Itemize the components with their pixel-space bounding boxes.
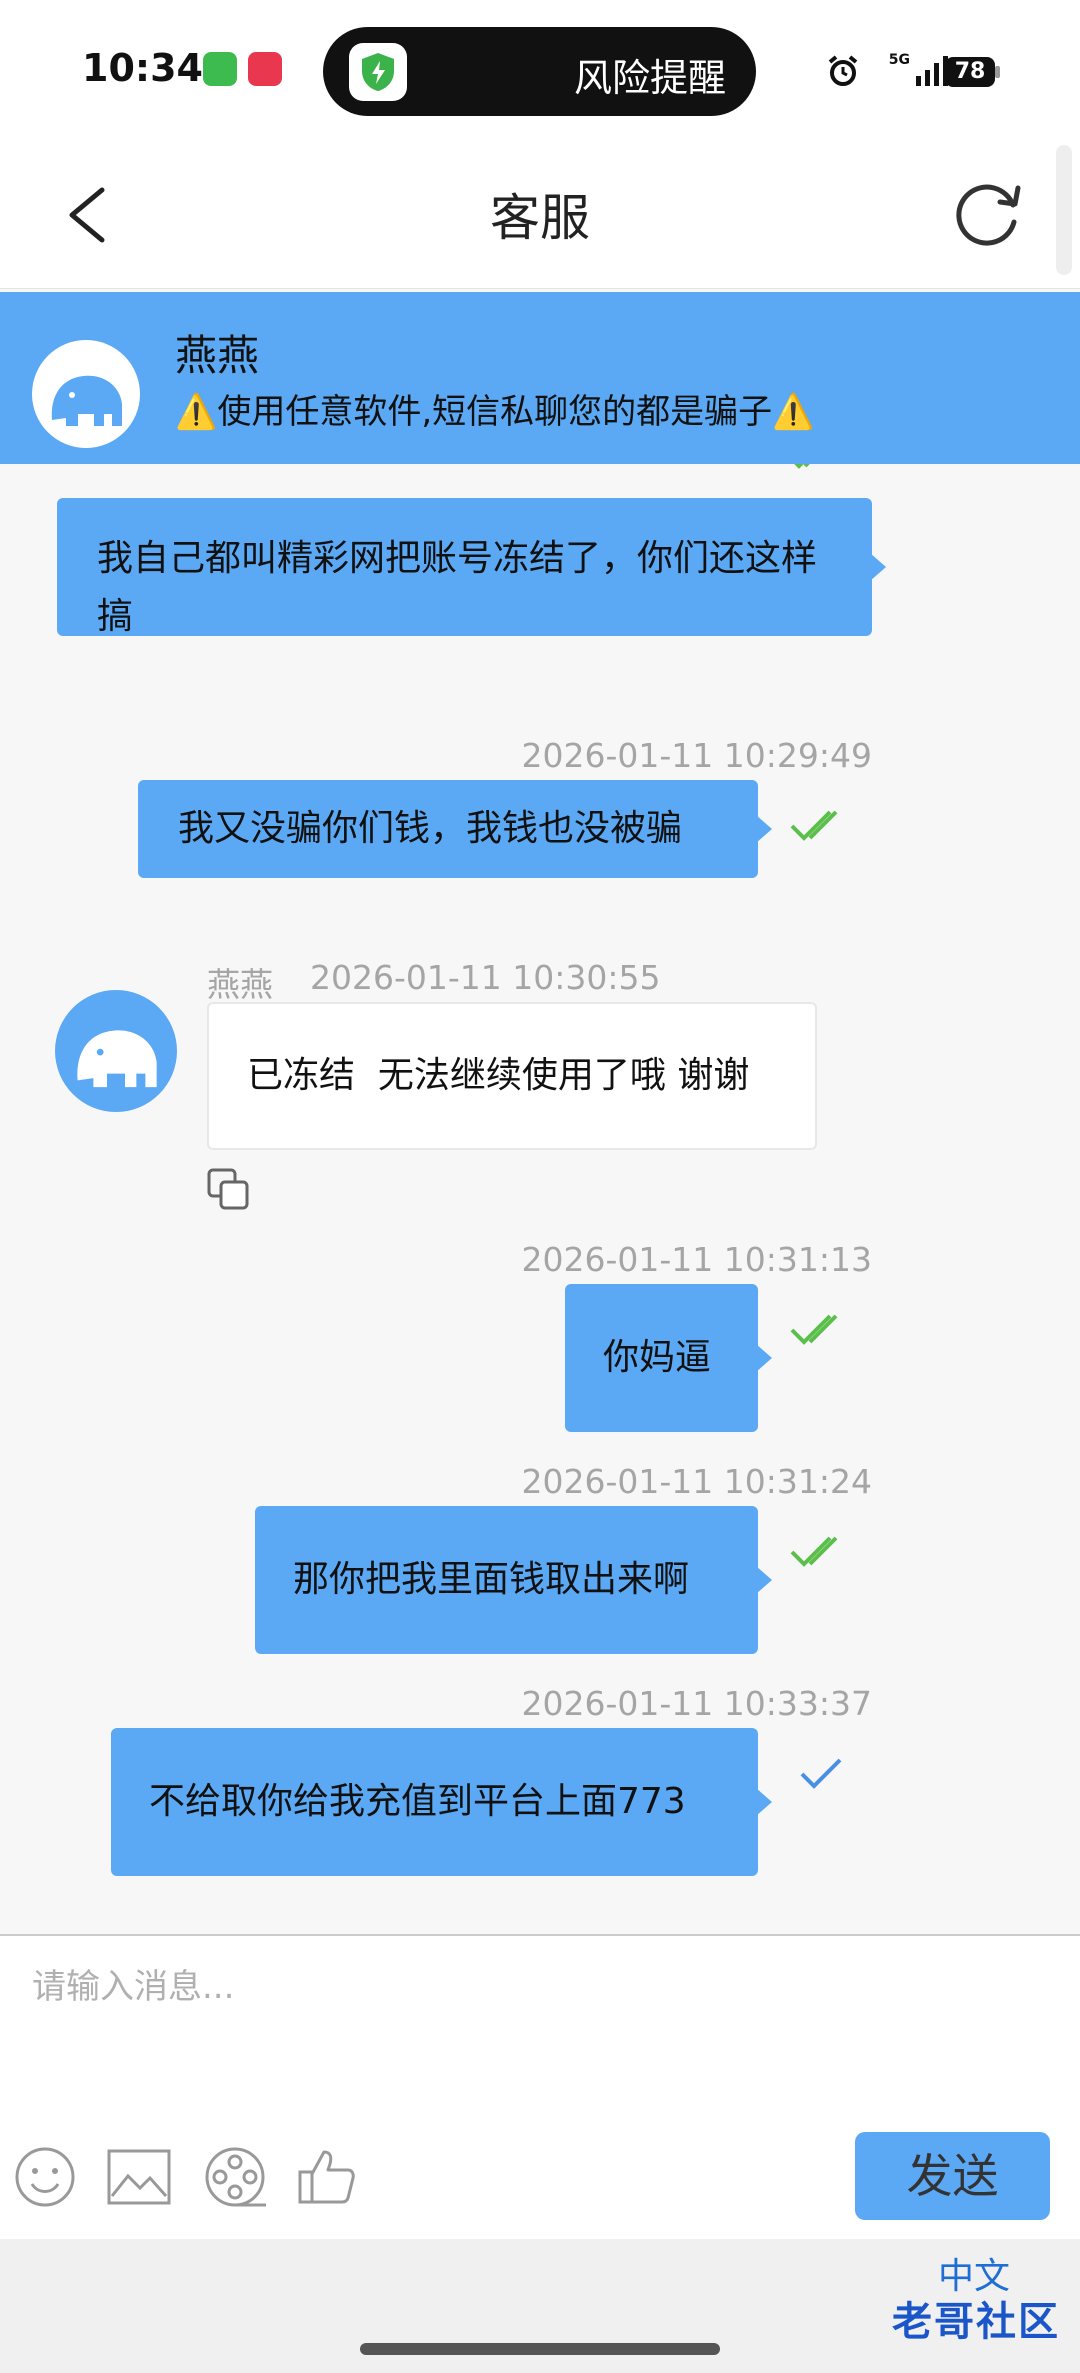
bottom-bar: 中文 老哥社区 [0, 2239, 1080, 2373]
message-timestamp: 2026-01-11 10:33:37 [521, 1684, 872, 1723]
battery-icon: 78 [945, 57, 995, 87]
video-reel-icon[interactable] [204, 2146, 270, 2208]
message-timestamp: 2026-01-11 10:30:55 [310, 958, 661, 997]
message-composer: 发送 [0, 1934, 1080, 2241]
received-message-bubble[interactable]: 已冻结 无法继续使用了哦 谢谢 [207, 1002, 817, 1150]
message-timestamp: 2026-01-11 10:31:24 [521, 1462, 872, 1501]
message-text: 那你把我里面钱取出来啊 [293, 1559, 690, 1600]
sent-message-bubble[interactable]: 不给取你给我充值到平台上面773 [111, 1728, 772, 1876]
home-indicator[interactable] [360, 2343, 720, 2355]
xiaohongshu-notification-icon [248, 52, 282, 86]
alarm-icon [828, 55, 858, 86]
page-title: 客服 [490, 189, 590, 247]
nav-bar: 客服 [0, 140, 1080, 289]
emoji-icon[interactable] [14, 2146, 76, 2208]
dynamic-island[interactable]: 风险提醒 [323, 27, 756, 116]
message-text: 已冻结 无法继续使用了哦 谢谢 [247, 1055, 750, 1096]
read-check-icon [790, 810, 838, 841]
elephant-avatar-icon [55, 990, 177, 1112]
read-check-icon [790, 1536, 838, 1567]
send-button[interactable]: 发送 [855, 2132, 1050, 2220]
status-time: 10:34 [82, 46, 203, 90]
sender-name: 燕燕 [207, 965, 273, 1004]
image-icon[interactable] [106, 2146, 172, 2208]
refresh-icon[interactable] [948, 170, 1028, 260]
agent-notice-banner: 燕燕 ⚠️使用任意软件,短信私聊您的都是骗子⚠️ [0, 292, 1080, 464]
sent-check-icon [800, 1758, 842, 1789]
scam-warning-text: ⚠️使用任意软件,短信私聊您的都是骗子⚠️ [175, 392, 815, 432]
message-input[interactable] [30, 1956, 854, 2018]
sent-message-bubble[interactable]: 我自己都叫精彩网把账号冻结了，你们还这样搞 [57, 498, 886, 637]
scrollbar[interactable] [1056, 145, 1072, 275]
thumbs-up-icon[interactable] [296, 2146, 358, 2208]
wechat-notification-icon [203, 52, 237, 86]
message-text: 你妈逼 [603, 1337, 712, 1378]
message-timestamp: 2026-01-11 10:31:13 [521, 1240, 872, 1279]
sent-message-bubble[interactable]: 那你把我里面钱取出来啊 [255, 1506, 772, 1654]
network-type-label: 5G [888, 52, 910, 68]
elephant-avatar-icon [32, 340, 140, 448]
message-text: 我又没骗你们钱，我钱也没被骗 [178, 808, 683, 849]
message-timestamp: 2026-01-11 10:29:49 [521, 736, 872, 775]
chat-message-list[interactable]: 我自己都叫精彩网把账号冻结了，你们还这样搞 2026-01-11 10:29:4… [0, 464, 1080, 1934]
watermark-logo-text: 老哥社区 [892, 2299, 1060, 2345]
read-check-icon [790, 1314, 838, 1345]
agent-name: 燕燕 [175, 331, 260, 380]
sent-message-bubble[interactable]: 你妈逼 [565, 1284, 772, 1432]
message-text: 我自己都叫精彩网把账号冻结了，你们还这样搞 [97, 538, 818, 637]
shield-icon [349, 43, 407, 101]
message-text: 不给取你给我充值到平台上面773 [149, 1781, 686, 1822]
status-bar: 10:34 风险提醒 5G 78 [0, 0, 1080, 140]
sent-message-bubble[interactable]: 我又没骗你们钱，我钱也没被骗 [138, 780, 772, 878]
read-check-icon [794, 464, 810, 469]
risk-alert-text: 风险提醒 [573, 56, 726, 100]
battery-cap [995, 66, 1000, 78]
copy-icon[interactable] [207, 1168, 251, 1212]
